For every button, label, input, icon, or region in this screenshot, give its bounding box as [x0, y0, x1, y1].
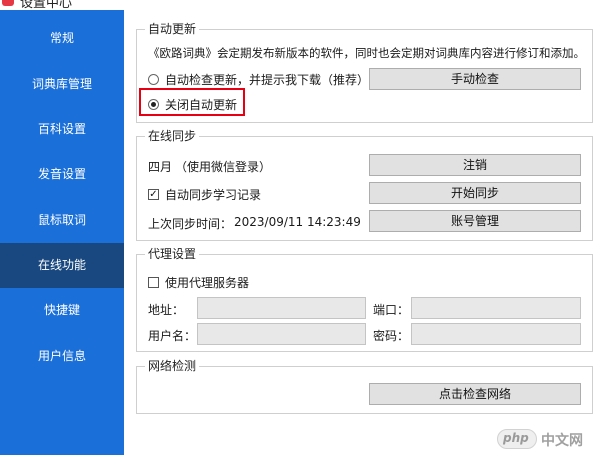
- last-sync-time: 2023/09/11 14:23:49: [234, 215, 361, 229]
- sidebar-item-dictionary-manager[interactable]: 词典库管理: [0, 62, 124, 107]
- proxy-group: 代理设置 使用代理服务器 地址： 端口： 用户名： 密码：: [136, 247, 593, 352]
- username-label: 用户名：: [148, 329, 197, 343]
- auto-update-legend: 自动更新: [145, 22, 200, 36]
- sync-username: 四月: [148, 160, 173, 174]
- online-sync-group: 在线同步 四月 （使用微信登录） 注销 ✓ 自动同步学习记录 开始同步 上次同步…: [136, 129, 593, 241]
- account-management-button[interactable]: 账号管理: [369, 210, 581, 232]
- use-proxy-checkbox[interactable]: [148, 277, 159, 288]
- auto-check-label[interactable]: 自动检查更新，并提示我下载（推荐）: [165, 71, 369, 88]
- password-label: 密码：: [373, 329, 410, 343]
- auto-sync-checkbox[interactable]: ✓: [148, 189, 159, 200]
- auto-update-group: 自动更新 《欧路词典》会定期发布新版本的软件，同时也会定期对词典库内容进行修订和…: [136, 22, 593, 123]
- sidebar-item-general[interactable]: 常规: [0, 16, 124, 61]
- sidebar-item-user-info[interactable]: 用户信息: [0, 334, 124, 379]
- sidebar-item-encyclopedia[interactable]: 百科设置: [0, 107, 124, 152]
- sidebar-item-online[interactable]: 在线功能: [0, 243, 124, 288]
- login-method: （使用微信登录）: [175, 160, 272, 174]
- port-input[interactable]: [411, 297, 581, 319]
- use-proxy-label[interactable]: 使用代理服务器: [165, 274, 249, 291]
- app-logo-icon: [2, 0, 14, 6]
- disable-auto-update-label[interactable]: 关闭自动更新: [165, 96, 237, 113]
- watermark-text: 中文网: [541, 433, 583, 449]
- disable-auto-update-radio[interactable]: [148, 99, 159, 110]
- watermark: php 中文网: [497, 427, 597, 451]
- password-input[interactable]: [411, 323, 581, 345]
- network-check-legend: 网络检测: [145, 359, 200, 373]
- title-bar: 设置中心: [0, 0, 600, 10]
- check-network-button[interactable]: 点击检查网络: [369, 383, 581, 405]
- auto-sync-label[interactable]: 自动同步学习记录: [165, 186, 261, 203]
- window-title: 设置中心: [20, 0, 73, 10]
- manual-check-button[interactable]: 手动检查: [369, 68, 581, 90]
- port-label: 端口：: [373, 303, 410, 317]
- network-check-group: 网络检测 点击检查网络: [136, 359, 593, 414]
- logout-button[interactable]: 注销: [369, 154, 581, 176]
- username-input[interactable]: [197, 323, 366, 345]
- last-sync-label: 上次同步时间：: [148, 217, 233, 231]
- sidebar-nav: 常规 词典库管理 百科设置 发音设置 鼠标取词 在线功能 快捷键 用户信息: [0, 10, 124, 455]
- address-label: 地址：: [148, 303, 185, 317]
- start-sync-button[interactable]: 开始同步: [369, 182, 581, 204]
- proxy-legend: 代理设置: [145, 247, 200, 261]
- sidebar-item-pronunciation[interactable]: 发音设置: [0, 152, 124, 197]
- watermark-brand: php: [503, 431, 529, 445]
- sidebar-item-shortcuts[interactable]: 快捷键: [0, 288, 124, 333]
- auto-update-description: 《欧路词典》会定期发布新版本的软件，同时也会定期对词典库内容进行修订和添加。: [148, 46, 585, 60]
- sidebar-item-mouse-lookup[interactable]: 鼠标取词: [0, 198, 124, 243]
- address-input[interactable]: [197, 297, 366, 319]
- auto-check-radio[interactable]: [148, 74, 159, 85]
- online-sync-legend: 在线同步: [145, 129, 200, 143]
